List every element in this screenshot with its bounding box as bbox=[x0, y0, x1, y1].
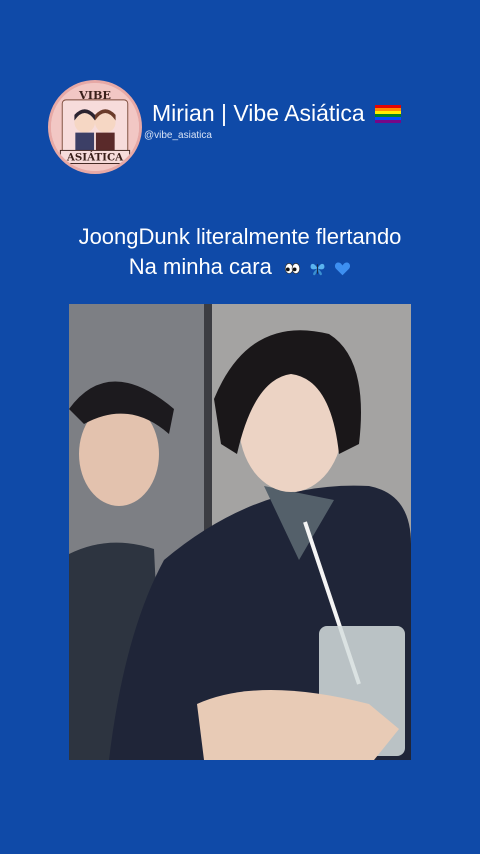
rainbow-flag-icon bbox=[375, 105, 402, 123]
caption-line-1: JoongDunk literalmente flertando bbox=[78, 224, 402, 249]
svg-text:ASIÁTICA: ASIÁTICA bbox=[66, 150, 124, 164]
svg-text:VIBE: VIBE bbox=[78, 88, 111, 102]
video-player[interactable] bbox=[69, 304, 411, 760]
account-handle[interactable]: @vibe_asiatica bbox=[144, 130, 212, 141]
blue-heart-icon bbox=[335, 262, 351, 276]
display-name-text: Mirian | Vibe Asiática bbox=[152, 100, 365, 126]
butterfly-icon bbox=[310, 264, 325, 276]
profile-header: VIBE ASIÁTICA Mirian | Vibe Asiática @vi… bbox=[48, 80, 468, 180]
caption-line-2-text: Na minha cara bbox=[128, 254, 272, 279]
caption-line-2: Na minha cara bbox=[0, 252, 480, 283]
display-name[interactable]: Mirian | Vibe Asiática bbox=[152, 100, 402, 127]
caption-emojis bbox=[282, 253, 351, 283]
video-frame bbox=[69, 304, 411, 760]
avatar[interactable]: VIBE ASIÁTICA bbox=[48, 80, 142, 174]
eyes-icon bbox=[284, 263, 301, 275]
post-caption: JoongDunk literalmente flertando Na minh… bbox=[0, 222, 480, 283]
avatar-illustration: VIBE ASIÁTICA bbox=[51, 83, 139, 171]
